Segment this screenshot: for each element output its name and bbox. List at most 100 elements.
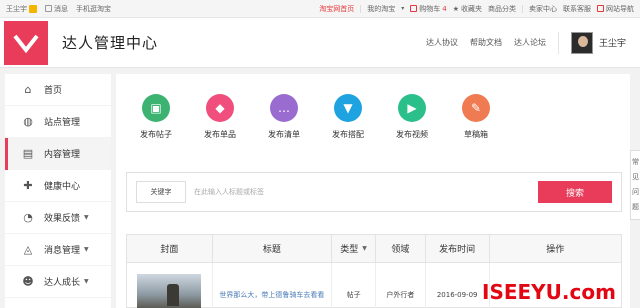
seller-center-link[interactable]: 卖家中心 (529, 4, 557, 14)
home-icon: ⌂ (24, 83, 32, 96)
sidebar-item-label: 内容管理 (44, 150, 81, 160)
sidebar-item-label: 消息管理 (44, 246, 81, 256)
taobao-home-link[interactable]: 淘宝网首页 (319, 4, 354, 14)
v-logo-icon (13, 34, 39, 53)
chevron-down-icon: ▼ (84, 278, 89, 285)
quick-action-label[interactable]: 发布帖子 (140, 129, 172, 140)
divider (557, 31, 559, 54)
sidebar-item-label: 站点管理 (44, 118, 81, 128)
sidebar-item[interactable]: ◍ 站点管理 (5, 106, 111, 138)
watermark-text: ISEEYU.com (482, 280, 616, 304)
quick-action[interactable]: ▼ 发布搭配 (316, 94, 380, 140)
tag-icon[interactable]: ◆ (206, 94, 234, 122)
col-type[interactable]: 类型 ▼ (332, 235, 376, 262)
link-agreement[interactable]: 达人协议 (426, 37, 458, 48)
sidebar-item-label: 首页 (44, 86, 63, 96)
link-forum[interactable]: 达人论坛 (514, 37, 546, 48)
bell-icon: ◬ (23, 243, 33, 256)
divider (522, 4, 523, 13)
quick-actions: ▣ 发布帖子 ◆ 发布单品 … 发布清单 ▼ 发布搭配 ▶ 发布视频 ✎ 草稿箱 (124, 94, 508, 140)
site-title: 达人管理中心 (62, 34, 159, 52)
chevron-down-icon: ▼ (362, 245, 367, 252)
sidebar-item[interactable]: ✚ 健康中心 (5, 170, 111, 202)
page-header: 达人管理中心 达人协议 帮助文档 达人论坛 王尘宇 (0, 18, 640, 68)
chevron-down-icon: ▼ (84, 246, 89, 253)
search-input[interactable] (186, 181, 538, 203)
quick-action[interactable]: ◆ 发布单品 (188, 94, 252, 140)
my-taobao-link[interactable]: 我的淘宝 ▾ (367, 4, 404, 14)
logo[interactable] (4, 20, 48, 65)
quick-action-label[interactable]: 发布清单 (268, 129, 300, 140)
sidebar-item[interactable]: ◬ 消息管理 ▼ (5, 234, 111, 266)
quick-action[interactable]: … 发布清单 (252, 94, 316, 140)
chevron-down-icon: ▾ (401, 5, 405, 12)
header-links: 达人协议 帮助文档 达人论坛 王尘宇 (426, 31, 640, 54)
post-title-link[interactable]: 世界那么大，带上德鲁骑车去看看 (219, 290, 324, 300)
topbar-username[interactable]: 王尘宇 (6, 4, 37, 14)
quick-action-label[interactable]: 发布视频 (396, 129, 428, 140)
topbar-messages[interactable]: 消息 (45, 4, 68, 14)
topbar-mobile-link[interactable]: 手机逛淘宝 (76, 4, 111, 14)
quick-action-label[interactable]: 草稿箱 (464, 129, 488, 140)
cover-cell (127, 263, 213, 308)
quick-action[interactable]: ▣ 发布帖子 (124, 94, 188, 140)
faq-float-tab[interactable]: 常 见 问 题 (630, 150, 640, 220)
eraser-icon[interactable]: ✎ (462, 94, 490, 122)
quick-action[interactable]: ✎ 草稿箱 (444, 94, 508, 140)
image-icon[interactable]: ▣ (142, 94, 170, 122)
document-icon: ▤ (22, 147, 34, 160)
play-icon[interactable]: ▶ (398, 94, 426, 122)
avatar[interactable] (570, 31, 593, 54)
divider (360, 4, 362, 13)
link-help[interactable]: 帮助文档 (470, 37, 502, 48)
vip-badge-icon (29, 4, 37, 13)
grid-icon (597, 5, 604, 12)
sidebar-item[interactable]: ☻ 达人成长 ▼ (5, 266, 111, 298)
col-cover: 封面 (127, 235, 213, 262)
cover-thumbnail[interactable] (137, 274, 202, 308)
table-header: 封面 标题 类型 ▼ 领域 发布时间 操作 (127, 235, 621, 263)
user-icon: ☻ (22, 275, 34, 288)
date-cell: 2016-09-09 (426, 263, 490, 308)
col-date: 发布时间 (426, 235, 490, 262)
list-icon[interactable]: … (270, 94, 298, 122)
search-bar: 关键字 搜索 (126, 172, 622, 212)
sidebar-item-label: 健康中心 (44, 182, 81, 192)
sidebar-item-label: 效果反馈 (44, 214, 81, 224)
top-navigation-bar: 王尘宇 消息 手机逛淘宝 淘宝网首页 我的淘宝 ▾ 购物车 4 ★ 收藏夹 商品… (0, 0, 640, 18)
main-content: ▣ 发布帖子 ◆ 发布单品 … 发布清单 ▼ 发布搭配 ▶ 发布视频 ✎ 草稿箱 关键字 搜索 封面 … (116, 74, 630, 308)
watermark: ISEEYU.com (482, 276, 640, 308)
cart-icon (410, 5, 418, 12)
message-icon (45, 5, 52, 12)
chart-icon: ◔ (23, 211, 33, 224)
sidebar-item-label: 达人成长 (44, 278, 81, 288)
col-title: 标题 (213, 235, 333, 262)
sidebar-item[interactable]: ◔ 效果反馈 ▼ (5, 202, 111, 234)
plus-icon: ✚ (23, 179, 33, 192)
title-cell: 世界那么大，带上德鲁骑车去看看 (213, 263, 333, 308)
col-actions: 操作 (546, 245, 565, 255)
cart-link[interactable]: 购物车 4 (410, 4, 447, 14)
cart-count: 4 (442, 4, 447, 13)
quick-action[interactable]: ▶ 发布视频 (380, 94, 444, 140)
domain-cell: 户外行者 (376, 263, 426, 308)
shirt-icon[interactable]: ▼ (334, 94, 362, 122)
quick-action-label[interactable]: 发布单品 (204, 129, 236, 140)
site-nav-link[interactable]: 网站导航 (597, 4, 634, 14)
user-menu[interactable]: 王尘宇 (570, 31, 640, 54)
globe-icon: ◍ (23, 115, 33, 128)
type-cell: 帖子 (332, 263, 376, 308)
quick-action-label[interactable]: 发布搭配 (332, 129, 364, 140)
sidebar: ⌂ 首页 ◍ 站点管理 ▤ 内容管理 ✚ 健康中心 ◔ 效果反馈 ▼ ◬ 消息管理 ▼ ☻ 达人成长 ▼ (5, 74, 111, 308)
sidebar-item[interactable]: ▤ 内容管理 (5, 138, 111, 170)
search-button[interactable]: 搜索 (538, 181, 612, 203)
col-domain: 领域 (376, 235, 426, 262)
chevron-down-icon: ▼ (84, 214, 89, 221)
categories-link[interactable]: 商品分类 (488, 4, 516, 14)
header-username[interactable]: 王尘宇 (599, 36, 626, 49)
sidebar-item[interactable]: ⌂ 首页 (5, 74, 111, 106)
star-icon: ★ (452, 4, 459, 13)
keyword-label[interactable]: 关键字 (136, 181, 186, 203)
favorites-link[interactable]: ★ 收藏夹 (453, 4, 482, 14)
contact-link[interactable]: 联系客服 (563, 4, 591, 14)
